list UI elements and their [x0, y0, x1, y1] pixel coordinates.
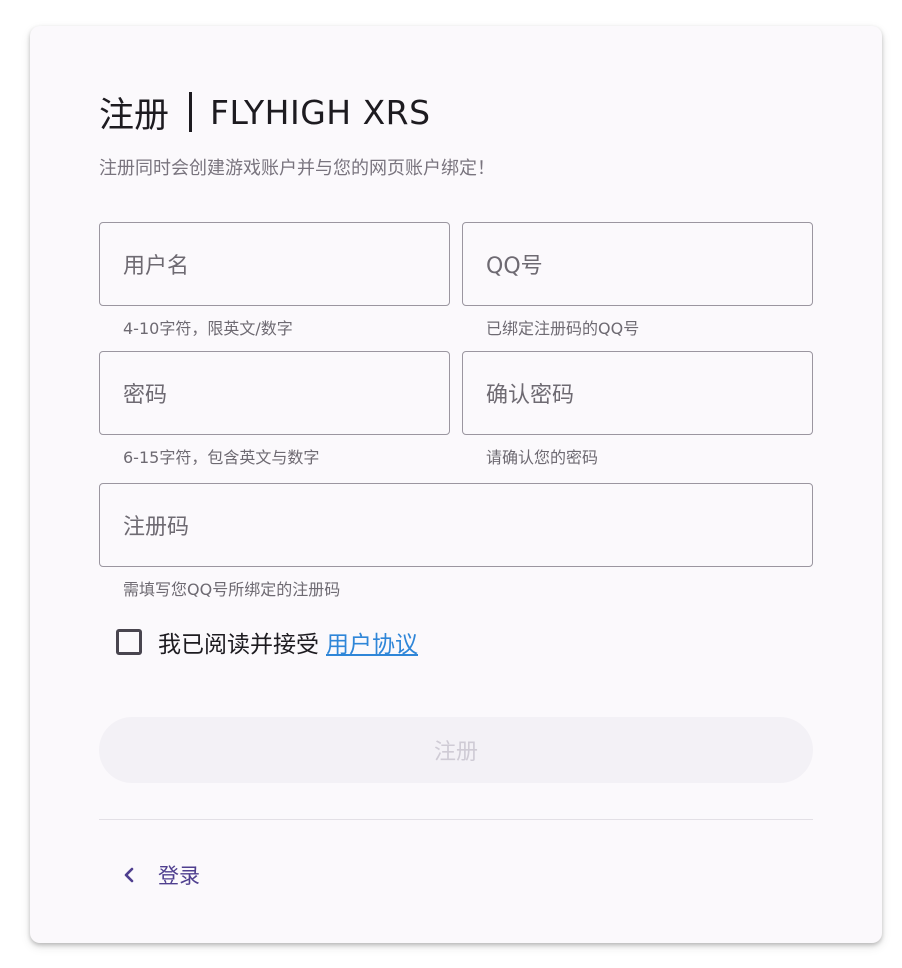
page-title: 注册 FLYHIGH XRS [99, 88, 431, 136]
username-input[interactable]: 用户名 [99, 222, 450, 306]
confirm-password-placeholder: 确认密码 [486, 383, 575, 408]
agree-checkbox[interactable] [116, 629, 142, 655]
qq-input[interactable]: QQ号 [462, 222, 813, 306]
back-to-login-label: 登录 [158, 864, 200, 888]
page-subtitle: 注册同时会创建游戏账户并与您的网页账户绑定！ [99, 158, 495, 179]
password-hint: 6-15字符，包含英文与数字 [123, 448, 320, 467]
qq-hint: 已绑定注册码的QQ号 [486, 319, 640, 338]
register-button[interactable]: 注册 [99, 717, 813, 783]
reg-code-input[interactable]: 注册码 [99, 483, 813, 567]
title-text: 注册 [99, 95, 170, 136]
agree-text: 我已阅读并接受 [158, 632, 319, 658]
footer-divider [99, 819, 813, 820]
qq-placeholder: QQ号 [486, 254, 543, 279]
confirm-password-hint: 请确认您的密码 [486, 448, 599, 467]
register-button-label: 注册 [433, 740, 478, 765]
title-divider [189, 92, 193, 132]
confirm-password-input[interactable]: 确认密码 [462, 351, 813, 435]
username-placeholder: 用户名 [123, 254, 190, 279]
back-to-login-button[interactable]: 登录 [122, 857, 200, 893]
password-input[interactable]: 密码 [99, 351, 450, 435]
app-name: FLYHIGH XRS [210, 92, 431, 132]
reg-code-hint: 需填写您QQ号所绑定的注册码 [123, 580, 341, 599]
username-hint: 4-10字符，限英文/数字 [123, 319, 293, 338]
chevron-left-icon [124, 867, 134, 883]
user-agreement-link[interactable]: 用户协议 [326, 625, 418, 659]
register-card: 注册 FLYHIGH XRS 注册同时会创建游戏账户并与您的网页账户绑定！ 用户… [30, 26, 882, 943]
agree-row: 我已阅读并接受 用户协议 [116, 624, 418, 660]
reg-code-placeholder: 注册码 [123, 515, 190, 540]
password-placeholder: 密码 [123, 383, 168, 408]
